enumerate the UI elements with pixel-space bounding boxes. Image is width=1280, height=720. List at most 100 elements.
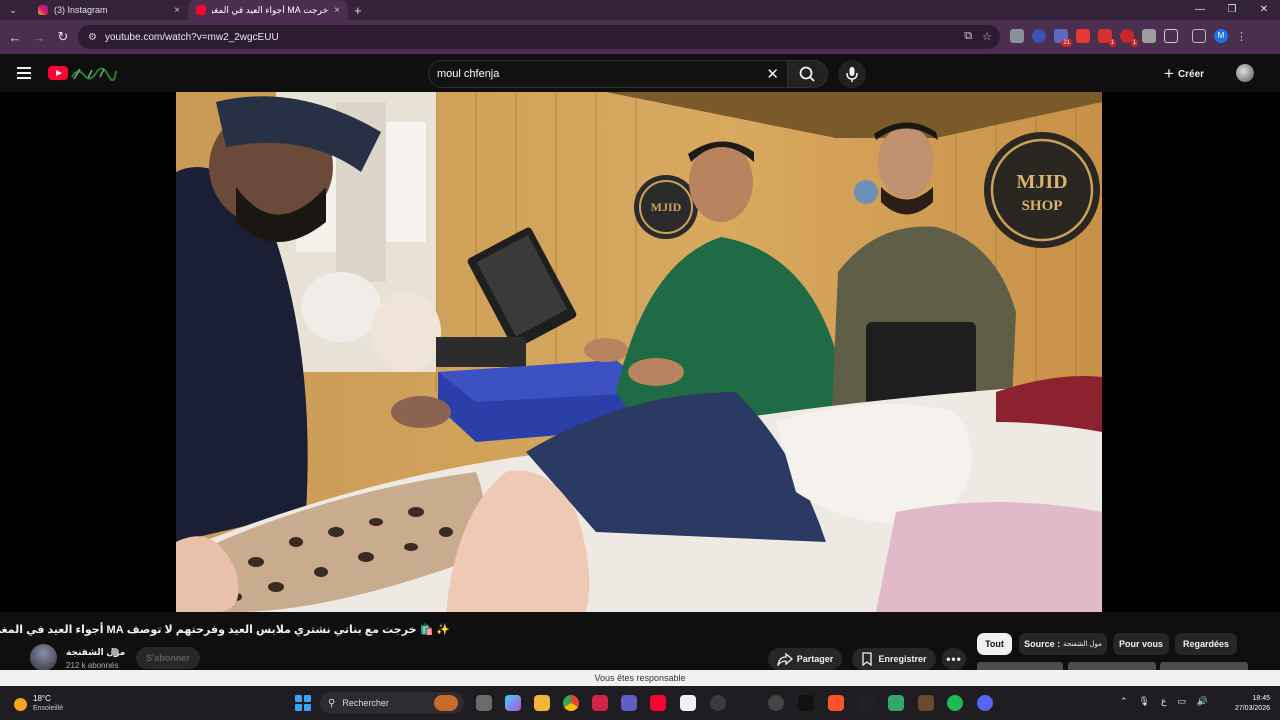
youtube-header: moul chfenja ✕ + Créer <box>0 54 1280 92</box>
extension-icon[interactable]: 1 <box>1120 29 1138 47</box>
close-tab-icon[interactable]: × <box>334 5 340 16</box>
channel-avatar[interactable] <box>30 644 57 671</box>
address-bar[interactable]: ⚙ youtube.com/watch?v=mw2_2wgcEUU ⧉ ☆ <box>78 25 1000 49</box>
taskbar-search[interactable]: ⚲ Rechercher <box>320 692 464 714</box>
extension-icon[interactable] <box>1076 29 1090 43</box>
youtube-logo[interactable] <box>48 66 68 80</box>
weather-widget[interactable]: 18°C Ensoleillé <box>14 694 63 714</box>
close-window-button[interactable]: ✕ <box>1248 0 1280 20</box>
app-icon[interactable] <box>680 695 696 711</box>
extension-icon[interactable]: 1 <box>1098 29 1116 47</box>
brave-icon[interactable] <box>828 695 844 711</box>
search-highlight-icon <box>434 695 458 711</box>
system-clock[interactable]: 18:45 27/03/2026 <box>1230 694 1270 714</box>
chevron-up-icon[interactable]: ⌃ <box>1120 696 1128 707</box>
tab-title: خرجت MA أجواء العيد في المغرب <box>212 4 329 15</box>
microphone-icon[interactable]: 🎙 <box>1139 696 1150 707</box>
search-button[interactable] <box>788 60 828 88</box>
spotify-icon[interactable] <box>947 695 963 711</box>
recommended-thumbnail[interactable] <box>1068 662 1156 670</box>
video-player[interactable]: MJID MJID SHOP <box>176 92 1102 612</box>
recommended-thumbnail[interactable] <box>1160 662 1248 670</box>
extension-icon[interactable] <box>1032 29 1046 43</box>
new-tab-button[interactable]: + <box>354 3 362 18</box>
back-icon[interactable]: ← <box>3 30 27 45</box>
task-view-icon[interactable] <box>476 695 492 711</box>
taskbar-search-label: Rechercher <box>342 698 389 708</box>
subscribe-button[interactable]: S'abonner <box>136 647 200 669</box>
save-label: Enregistrer <box>878 654 927 664</box>
subscriber-count: 212 k abonnés <box>66 661 119 670</box>
site-info-icon[interactable]: ⚙ <box>88 32 97 43</box>
teams-icon[interactable] <box>621 695 637 711</box>
clock-time: 18:45 <box>1252 695 1270 702</box>
extension-icon[interactable] <box>1010 29 1024 43</box>
weather-condition: Ensoleillé <box>33 705 63 712</box>
weather-temp: 18°C <box>33 694 51 703</box>
menu-kebab-icon[interactable]: ⋮ <box>1236 30 1247 43</box>
more-actions-button[interactable]: ••• <box>942 648 966 670</box>
create-button[interactable]: + Créer <box>1164 63 1204 85</box>
sign-right-text-1: MJID <box>1016 171 1067 193</box>
recommended-thumbnail[interactable] <box>977 662 1063 670</box>
verified-icon <box>111 648 119 656</box>
app-icon[interactable] <box>710 695 726 711</box>
app-icon[interactable] <box>918 695 934 711</box>
tab-search-chevron-icon[interactable]: ⌄ <box>0 0 26 20</box>
reload-icon[interactable]: ↻ <box>51 29 75 45</box>
voice-search-button[interactable] <box>838 60 866 88</box>
copilot-icon[interactable] <box>505 695 521 711</box>
file-explorer-icon[interactable] <box>534 695 550 711</box>
app-icon[interactable] <box>858 695 874 711</box>
share-button[interactable]: Partager <box>768 648 842 670</box>
cast-icon[interactable]: ⧉ <box>964 30 972 43</box>
volume-icon[interactable]: 🔊 <box>1197 696 1208 707</box>
app-icon[interactable] <box>592 695 608 711</box>
chip-for-you[interactable]: Pour vous <box>1113 633 1169 655</box>
language-indicator[interactable]: ع <box>1161 696 1166 707</box>
youtube-icon <box>196 5 206 15</box>
sign-left-text: MJID <box>651 200 682 214</box>
search-icon: ⚲ <box>328 697 336 709</box>
account-avatar[interactable] <box>1236 64 1254 82</box>
sun-icon <box>14 697 27 711</box>
extension-icon[interactable]: 21 <box>1054 29 1072 47</box>
save-button[interactable]: Enregistrer <box>852 648 936 670</box>
reading-list-icon[interactable] <box>1192 29 1206 43</box>
app-icon[interactable] <box>798 695 814 711</box>
doodle-logo[interactable] <box>70 65 118 81</box>
app-icon[interactable] <box>768 695 784 711</box>
chip-all[interactable]: Tout <box>977 633 1012 655</box>
extension-icon[interactable] <box>1142 29 1156 43</box>
tab-youtube[interactable]: خرجت MA أجواء العيد في المغرب × <box>188 0 348 20</box>
chip-source[interactable]: Source : مول الشفنجة <box>1019 633 1107 655</box>
tab-instagram[interactable]: (3) Instagram × <box>30 0 188 20</box>
display-icon[interactable]: ▭ <box>1177 696 1186 707</box>
bookmark-star-icon[interactable]: ☆ <box>982 30 992 43</box>
youtube-taskbar-icon[interactable] <box>650 695 666 711</box>
url-text: youtube.com/watch?v=mw2_2wgcEUU <box>104 31 279 43</box>
puzzle-icon[interactable] <box>1164 29 1178 43</box>
tab-title: (3) Instagram <box>54 5 108 15</box>
chip-source-label: Source : <box>1024 639 1061 649</box>
video-frame: MJID MJID SHOP <box>176 92 1102 612</box>
minimize-button[interactable]: — <box>1184 0 1216 20</box>
profile-avatar[interactable]: M <box>1214 29 1228 43</box>
hamburger-menu-icon[interactable] <box>17 67 31 79</box>
forward-icon[interactable]: → <box>27 30 51 45</box>
close-tab-icon[interactable]: × <box>174 5 180 16</box>
clear-search-icon[interactable]: ✕ <box>766 65 779 83</box>
chip-watched[interactable]: Regardées <box>1175 633 1237 655</box>
sign-right-text-2: SHOP <box>1022 198 1063 214</box>
app-icon[interactable] <box>888 695 904 711</box>
clock-date: 27/03/2026 <box>1234 705 1270 712</box>
system-tray: ⌃ 🎙 ع ▭ 🔊 <box>1120 696 1208 707</box>
browser-toolbar: ← → ↻ ⚙ youtube.com/watch?v=mw2_2wgcEUU … <box>0 20 1280 54</box>
search-icon <box>799 66 815 82</box>
discord-icon[interactable] <box>977 695 993 711</box>
maximize-button[interactable]: ❐ <box>1216 0 1248 20</box>
search-input[interactable]: moul chfenja ✕ <box>428 60 788 88</box>
windows-start-icon[interactable] <box>295 695 311 711</box>
windows-taskbar: 18°C Ensoleillé ⚲ Rechercher ⌃ 🎙 ع ▭ 🔊 1… <box>0 686 1280 720</box>
chrome-icon[interactable] <box>563 695 579 711</box>
